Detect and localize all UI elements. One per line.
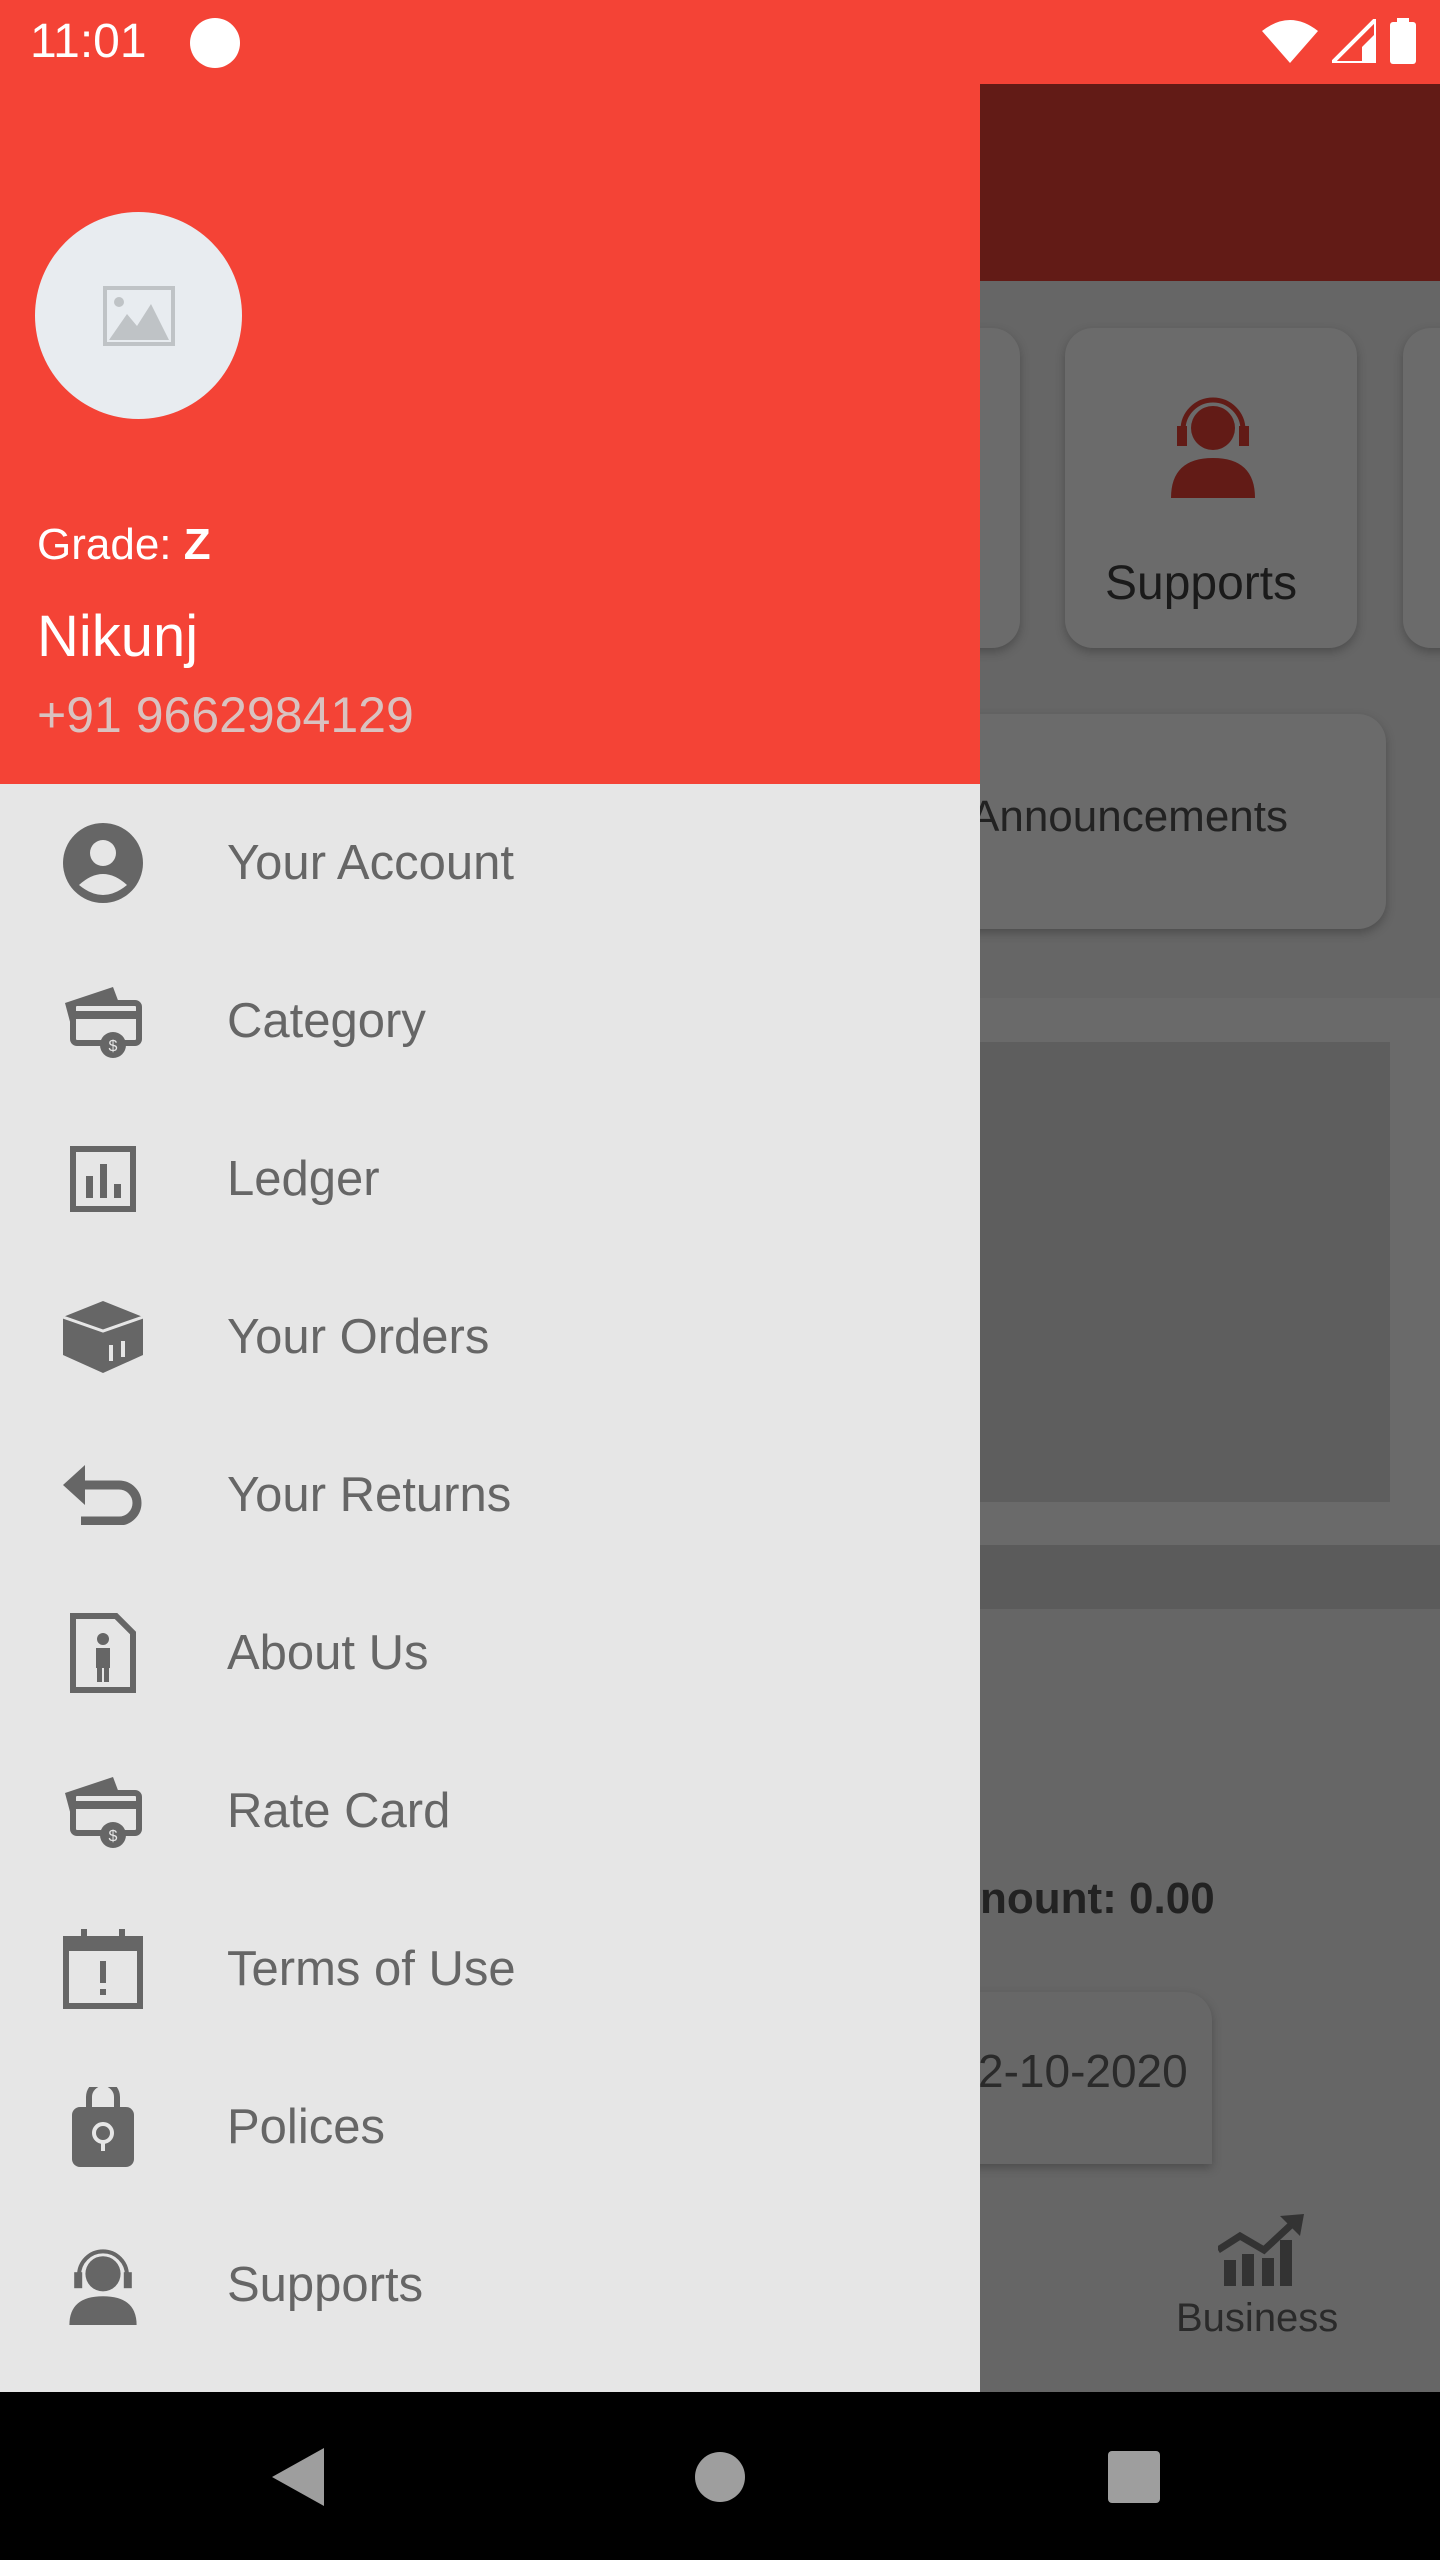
- grade-label: Grade:: [37, 520, 172, 569]
- menu-item-rate-card[interactable]: $ Rate Card: [0, 1732, 980, 1890]
- user-name: Nikunj: [37, 604, 199, 669]
- image-placeholder-icon: [102, 285, 175, 346]
- svg-text:$: $: [109, 1038, 118, 1055]
- drawer-header: Grade: Z Nikunj +91 9662984129: [0, 0, 980, 784]
- menu-item-terms-of-use[interactable]: Terms of Use: [0, 1890, 980, 2048]
- menu-item-your-orders[interactable]: Your Orders: [0, 1258, 980, 1416]
- battery-icon: [1390, 18, 1416, 64]
- grade-value: Z: [183, 520, 211, 569]
- navigation-drawer: Grade: Z Nikunj +91 9662984129 Your Acco…: [0, 0, 980, 2392]
- recents-icon[interactable]: [1108, 2451, 1160, 2503]
- next-card[interactable]: [1403, 328, 1440, 648]
- avatar[interactable]: [35, 212, 242, 419]
- supports-card-label: Supports: [1105, 557, 1298, 610]
- app-notification-icon: [190, 18, 240, 68]
- menu-item-about-us[interactable]: About Us: [0, 1574, 980, 1732]
- signal-icon: [1332, 19, 1376, 63]
- menu-item-polices[interactable]: Polices: [0, 2048, 980, 2206]
- menu-item-label: Rate Card: [227, 1784, 451, 1838]
- grade-text: Grade: Z: [37, 520, 211, 570]
- calendar-alert-icon: [63, 1929, 143, 2009]
- banner-image: [960, 1042, 1390, 1502]
- account-circle-icon: [63, 823, 143, 903]
- amount-text: nount: 0.00: [980, 1874, 1215, 1923]
- menu-item-your-returns[interactable]: Your Returns: [0, 1416, 980, 1574]
- menu-item-label: Terms of Use: [227, 1942, 516, 1996]
- system-nav-bar: [0, 2392, 1440, 2560]
- card-payment-icon: $: [63, 1771, 143, 1851]
- home-icon[interactable]: [694, 2451, 746, 2503]
- menu-item-ledger[interactable]: Ledger: [0, 1100, 980, 1258]
- card-payment-icon: $: [63, 981, 143, 1061]
- announcements-label: Announcements: [970, 792, 1288, 841]
- menu-item-category[interactable]: $ Category: [0, 942, 980, 1100]
- menu-item-label: Your Account: [227, 836, 514, 890]
- user-phone: +91 9662984129: [37, 687, 414, 743]
- svg-text:$: $: [109, 1828, 118, 1845]
- status-bar: 11:01: [0, 0, 1440, 84]
- drawer-menu: Your Account $ Category Ledger Your Order…: [0, 784, 980, 2364]
- date-text: 2-10-2020: [978, 2045, 1188, 2097]
- bottom-nav-business[interactable]: Business: [1160, 2214, 1360, 2364]
- support-agent-icon: [1171, 397, 1255, 498]
- menu-item-your-account[interactable]: Your Account: [0, 784, 980, 942]
- status-time: 11:01: [30, 15, 147, 68]
- menu-item-label: Polices: [227, 2100, 385, 2154]
- bar-chart-icon: [63, 1139, 143, 1219]
- menu-item-label: About Us: [227, 1626, 429, 1680]
- business-growth-icon: [1218, 2214, 1304, 2286]
- return-arrow-icon: [63, 1455, 143, 1535]
- supports-card[interactable]: Supports: [1065, 328, 1357, 648]
- back-icon[interactable]: [272, 2448, 324, 2506]
- person-document-icon: [63, 1613, 143, 1693]
- menu-item-label: Category: [227, 994, 426, 1048]
- menu-item-label: Ledger: [227, 1152, 380, 1206]
- support-agent-icon: [63, 2245, 143, 2325]
- box-icon: [63, 1297, 143, 1377]
- menu-item-label: Your Orders: [227, 1310, 490, 1364]
- menu-item-label: Your Returns: [227, 1468, 512, 1522]
- lock-icon: [63, 2087, 143, 2167]
- menu-item-supports[interactable]: Supports: [0, 2206, 980, 2364]
- business-label: Business: [1176, 2296, 1339, 2340]
- wifi-icon: [1262, 20, 1318, 63]
- menu-item-label: Supports: [227, 2258, 424, 2312]
